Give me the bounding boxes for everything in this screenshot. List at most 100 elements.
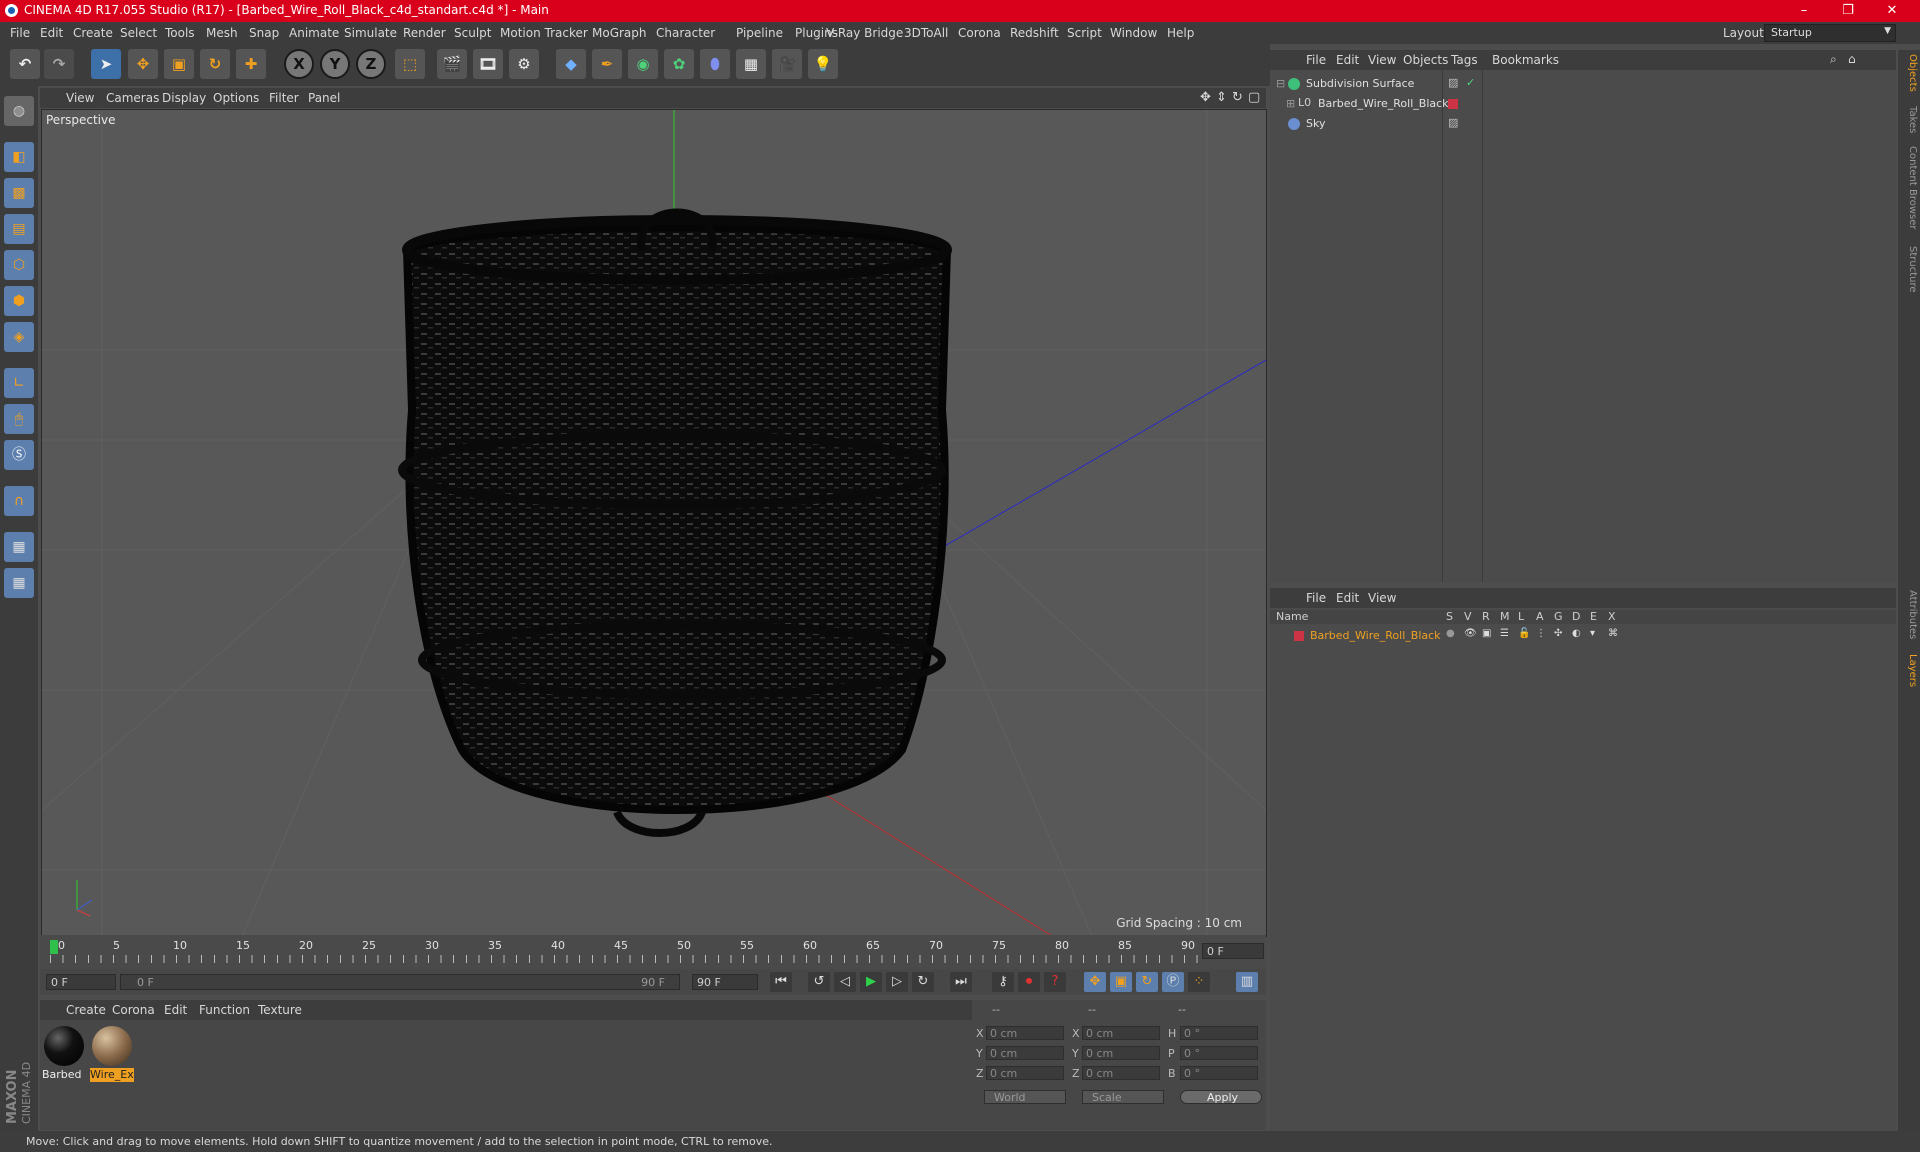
home-icon[interactable]: ⌂: [1848, 52, 1856, 66]
menu-corona[interactable]: Corona: [958, 26, 1001, 40]
coordinate-system-button[interactable]: ⬚: [395, 49, 425, 79]
material-menu-function[interactable]: Function: [199, 1003, 250, 1017]
object-row-subdivision-surface[interactable]: ⊟ Subdivision Surface ▨ ✓: [1270, 74, 1896, 94]
enabled-check-icon[interactable]: ✓: [1466, 76, 1475, 89]
redo-button[interactable]: ↷: [44, 49, 74, 79]
axis-y-button[interactable]: Y: [320, 49, 350, 79]
rotation-b-field[interactable]: 0 °: [1180, 1066, 1258, 1080]
deformer-button[interactable]: ⬮: [700, 49, 730, 79]
snap-button[interactable]: ∩: [4, 486, 34, 516]
maximize-button[interactable]: ❐: [1826, 0, 1870, 22]
position-y-field[interactable]: 0 cm: [986, 1046, 1064, 1060]
solo-mode-button[interactable]: Ⓢ: [4, 440, 34, 470]
axis-mode-button[interactable]: ∟: [4, 368, 34, 398]
tab-objects[interactable]: Objects: [1900, 54, 1918, 92]
cube-primitive-button[interactable]: ◆: [556, 49, 586, 79]
layer-color-icon[interactable]: [1448, 99, 1458, 109]
key-pla-button[interactable]: ⁘: [1188, 972, 1210, 992]
menu-create[interactable]: Create: [73, 26, 113, 40]
light-button[interactable]: 💡: [808, 49, 838, 79]
size-x-field[interactable]: 0 cm: [1082, 1026, 1160, 1040]
layer-view-icon[interactable]: 👁: [1464, 628, 1477, 639]
timeline-playhead[interactable]: [50, 940, 58, 954]
size-z-field[interactable]: 0 cm: [1082, 1066, 1160, 1080]
viewport-dolly-icon[interactable]: ⇕: [1216, 90, 1227, 105]
scale-tool-button[interactable]: ▣: [164, 49, 194, 79]
render-settings-button[interactable]: ⚙: [509, 49, 539, 79]
position-x-field[interactable]: 0 cm: [986, 1026, 1064, 1040]
object-row-sky[interactable]: Sky ▨: [1270, 114, 1896, 134]
viewport-menu-filter[interactable]: Filter: [269, 91, 299, 105]
tag-icon[interactable]: ▨: [1448, 116, 1458, 129]
workplane-align-button[interactable]: ▦: [4, 568, 34, 598]
object-row-barbed-wire[interactable]: ⊞ L0 Barbed_Wire_Roll_Black: [1270, 94, 1896, 114]
menu-redshift[interactable]: Redshift: [1010, 26, 1059, 40]
menu-simulate[interactable]: Simulate: [344, 26, 397, 40]
layer-manager-icon[interactable]: ☰: [1500, 628, 1509, 639]
tree-expand-icon[interactable]: ⊞: [1286, 97, 1295, 110]
viewport-rotate-icon[interactable]: ↻: [1232, 90, 1243, 105]
frame-range-slider[interactable]: 0 F 90 F: [120, 974, 680, 990]
object-menu-view[interactable]: View: [1368, 53, 1396, 67]
menu-file[interactable]: File: [10, 26, 30, 40]
floor-scene-button[interactable]: ▦: [736, 49, 766, 79]
close-button[interactable]: ✕: [1870, 0, 1914, 22]
viewport-menu-panel[interactable]: Panel: [308, 91, 340, 105]
play-button[interactable]: ▶: [860, 972, 882, 992]
tab-layers[interactable]: Layers: [1900, 654, 1918, 687]
viewport-move-icon[interactable]: ✥: [1200, 90, 1211, 105]
object-menu-objects[interactable]: Objects: [1403, 53, 1448, 67]
spline-pen-button[interactable]: ✒: [592, 49, 622, 79]
layer-menu-edit[interactable]: Edit: [1336, 591, 1359, 605]
previous-key-button[interactable]: ↺: [808, 972, 830, 992]
render-view-button[interactable]: 🎬: [437, 49, 467, 79]
mograph-cloner-button[interactable]: ✿: [664, 49, 694, 79]
position-z-field[interactable]: 0 cm: [986, 1066, 1064, 1080]
viewport-menu-view[interactable]: View: [66, 91, 94, 105]
search-icon[interactable]: ⌕: [1830, 52, 1837, 67]
undo-button[interactable]: ↶: [10, 49, 40, 79]
apply-button[interactable]: Apply: [1180, 1090, 1262, 1104]
menu-animate[interactable]: Animate: [289, 26, 339, 40]
material-menu-create[interactable]: Create: [66, 1003, 106, 1017]
layer-color-icon[interactable]: [1294, 631, 1304, 641]
rotation-p-field[interactable]: 0 °: [1180, 1046, 1258, 1060]
viewport-menu-options[interactable]: Options: [213, 91, 259, 105]
menu-edit[interactable]: Edit: [40, 26, 63, 40]
workplane-mode-button[interactable]: ▤: [4, 214, 34, 244]
material-menu-edit[interactable]: Edit: [164, 1003, 187, 1017]
layer-solo-icon[interactable]: ●: [1446, 628, 1455, 639]
menu-window[interactable]: Window: [1110, 26, 1157, 40]
viewport-menu-display[interactable]: Display: [162, 91, 206, 105]
menu-mograph[interactable]: MoGraph: [592, 26, 647, 40]
material-menu-corona[interactable]: Corona: [112, 1003, 155, 1017]
camera-button[interactable]: 🎥: [772, 49, 802, 79]
menu-mesh[interactable]: Mesh: [206, 26, 238, 40]
barbed-wire-roll-model[interactable]: [398, 208, 952, 837]
tab-attributes[interactable]: Attributes: [1900, 590, 1918, 639]
points-mode-button[interactable]: ⬡: [4, 250, 34, 280]
layer-row[interactable]: Barbed_Wire_Roll_Black ● 👁 ▣ ☰ 🔓 ⋮ ✣ ◐ ▾…: [1270, 626, 1896, 646]
minimize-button[interactable]: –: [1782, 0, 1826, 22]
subdivision-generator-button[interactable]: ◉: [628, 49, 658, 79]
previous-frame-button[interactable]: ◁: [834, 972, 856, 992]
menu-tools[interactable]: Tools: [165, 26, 195, 40]
key-position-button[interactable]: ✥: [1084, 972, 1106, 992]
transform-tool-button[interactable]: ✚: [236, 49, 266, 79]
rotate-tool-button[interactable]: ↻: [200, 49, 230, 79]
go-to-start-button[interactable]: ⏮: [770, 972, 792, 992]
layer-generator-icon[interactable]: ✣: [1554, 628, 1562, 639]
layer-menu-view[interactable]: View: [1368, 591, 1396, 605]
tweak-mode-button[interactable]: 🖱: [4, 404, 34, 434]
layout-select[interactable]: Startup ▼: [1764, 24, 1896, 42]
menu-render[interactable]: Render: [403, 26, 446, 40]
layer-menu-file[interactable]: File: [1306, 591, 1326, 605]
coordinate-mode-select[interactable]: World: [984, 1090, 1066, 1104]
layer-deformer-icon[interactable]: ◐: [1572, 628, 1581, 639]
end-frame-field[interactable]: 90 F: [692, 974, 758, 990]
object-menu-bookmarks[interactable]: Bookmarks: [1492, 53, 1559, 67]
current-frame-field[interactable]: 0 F: [1202, 943, 1264, 959]
edges-mode-button[interactable]: ⬢: [4, 286, 34, 316]
keyframe-selection-button[interactable]: ?: [1044, 972, 1066, 992]
timeline-ruler[interactable]: 0 5 10 15 20 25 30 35 40 45 50 55 60 65 …: [40, 935, 1266, 973]
